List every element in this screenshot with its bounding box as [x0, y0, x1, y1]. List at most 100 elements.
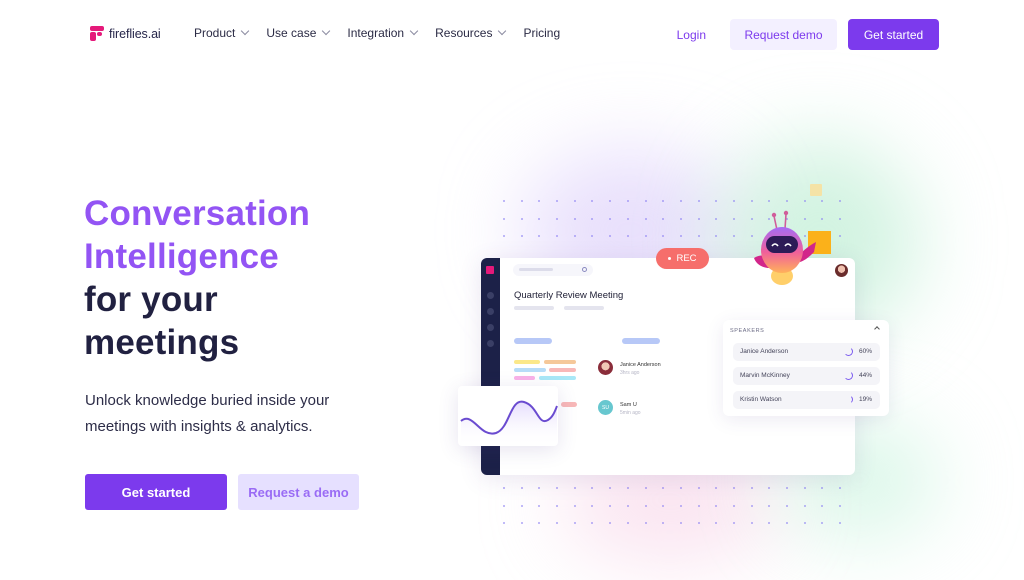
grid-dot — [732, 504, 735, 507]
menu-label: Pricing — [523, 26, 561, 40]
grid-dot — [503, 200, 505, 202]
grid-dot — [573, 235, 576, 237]
fireflies-logo-icon — [486, 266, 494, 274]
grid-dot — [538, 235, 541, 237]
menu-item-pricing[interactable]: Pricing — [523, 26, 560, 40]
grid-dot — [839, 200, 842, 202]
grid-dot — [626, 522, 629, 524]
topic-tag — [514, 360, 540, 364]
speaker-name: Marvin McKinney — [740, 372, 790, 379]
grid-dot — [609, 504, 612, 507]
grid-dot — [609, 235, 612, 237]
grid-dot — [732, 235, 735, 237]
grid-dot — [697, 235, 700, 237]
grid-dot — [768, 200, 771, 202]
grid-dot — [839, 504, 842, 507]
grid-dot — [732, 487, 735, 489]
dot-grid — [503, 487, 842, 524]
record-badge[interactable]: REC — [656, 248, 709, 269]
grid-dot — [626, 217, 629, 220]
grid-dot — [821, 504, 824, 507]
grid-dot — [538, 504, 541, 507]
grid-dot — [839, 217, 842, 220]
grid-dot — [591, 217, 594, 220]
grid-dot — [520, 217, 523, 220]
grid-dot — [768, 504, 771, 507]
grid-dot — [538, 200, 541, 202]
grid-dot — [520, 487, 523, 489]
menu-item-product[interactable]: Product — [194, 26, 250, 40]
chevron-down-icon — [322, 26, 331, 36]
grid-dot — [732, 217, 735, 220]
record-dot-icon — [668, 257, 672, 260]
topic-tag — [561, 402, 577, 407]
grid-dot — [520, 522, 523, 524]
grid-dot — [803, 487, 806, 489]
grid-dot — [573, 487, 576, 489]
hero-title-line: Conversation — [84, 194, 311, 233]
menu-label: Integration — [347, 26, 405, 40]
menu-label: Resources — [435, 26, 493, 40]
avatar — [598, 360, 613, 375]
waveform-graphic — [460, 400, 558, 446]
grid-dot — [609, 200, 612, 202]
avatar — [835, 264, 848, 277]
grid-dot — [786, 504, 788, 507]
grid-dot — [803, 504, 806, 507]
talk-time-ring-icon — [844, 347, 853, 356]
grid-dot — [662, 235, 665, 237]
grid-dot — [591, 522, 594, 524]
grid-dot — [573, 504, 576, 507]
grid-dot — [697, 487, 700, 489]
grid-dot — [697, 522, 700, 524]
grid-dot — [626, 504, 629, 507]
grid-dot — [715, 200, 718, 202]
speaker-row: Marvin McKinney 44% — [733, 367, 880, 385]
grid-dot — [821, 200, 824, 202]
sidebar-icon — [487, 324, 494, 331]
speaker-row: Kristin Watson 19% — [733, 391, 880, 409]
get-started-button[interactable]: Get started — [848, 19, 939, 50]
decorative-square — [810, 184, 822, 196]
hero-get-started-button[interactable]: Get started — [85, 474, 227, 510]
request-demo-button[interactable]: Request demo — [730, 19, 837, 50]
grid-dot — [679, 217, 682, 220]
grid-dot — [556, 217, 559, 220]
hero-subtitle-line: meetings with insights & analytics. — [85, 418, 313, 435]
fireflies-logo-icon — [90, 26, 104, 41]
grid-dot — [662, 200, 665, 202]
grid-dot — [503, 522, 505, 524]
menu-item-integration[interactable]: Integration — [347, 26, 419, 40]
menu-item-resources[interactable]: Resources — [435, 26, 507, 40]
hero-subtitle-line: Unlock knowledge buried inside your — [85, 392, 330, 409]
hero-subtitle: Unlock knowledge buried inside your meet… — [85, 388, 385, 440]
grid-dot — [591, 235, 594, 237]
grid-dot — [573, 522, 576, 524]
tab-placeholder — [622, 338, 660, 344]
menu-label: Use case — [266, 26, 317, 40]
hero-title: Conversation Intelligence for your meeti… — [84, 192, 310, 364]
speaker-percent: 19% — [858, 396, 872, 403]
hero-request-demo-button[interactable]: Request a demo — [238, 474, 359, 510]
speakers-heading: SPEAKERS — [730, 328, 765, 334]
grid-dot — [839, 235, 842, 237]
grid-dot — [591, 504, 594, 507]
speakers-panel: SPEAKERS Janice Anderson 60% Marvin McKi… — [723, 320, 889, 416]
login-link[interactable]: Login — [677, 28, 706, 42]
grid-dot — [644, 487, 647, 489]
menu-item-use-case[interactable]: Use case — [266, 26, 331, 40]
chevron-up-icon[interactable] — [874, 326, 880, 332]
grid-dot — [644, 504, 647, 507]
speaker-percent: 44% — [858, 372, 872, 379]
chevron-down-icon — [498, 26, 507, 36]
topic-tag — [539, 376, 576, 380]
grid-dot — [679, 522, 682, 524]
grid-dot — [556, 522, 559, 524]
grid-dot — [556, 487, 559, 489]
grid-dot — [644, 217, 647, 220]
talk-time-ring-icon — [844, 395, 853, 404]
grid-dot — [803, 200, 806, 202]
grid-dot — [556, 235, 559, 237]
logo[interactable]: fireflies.ai — [90, 26, 161, 41]
grid-dot — [503, 235, 505, 237]
